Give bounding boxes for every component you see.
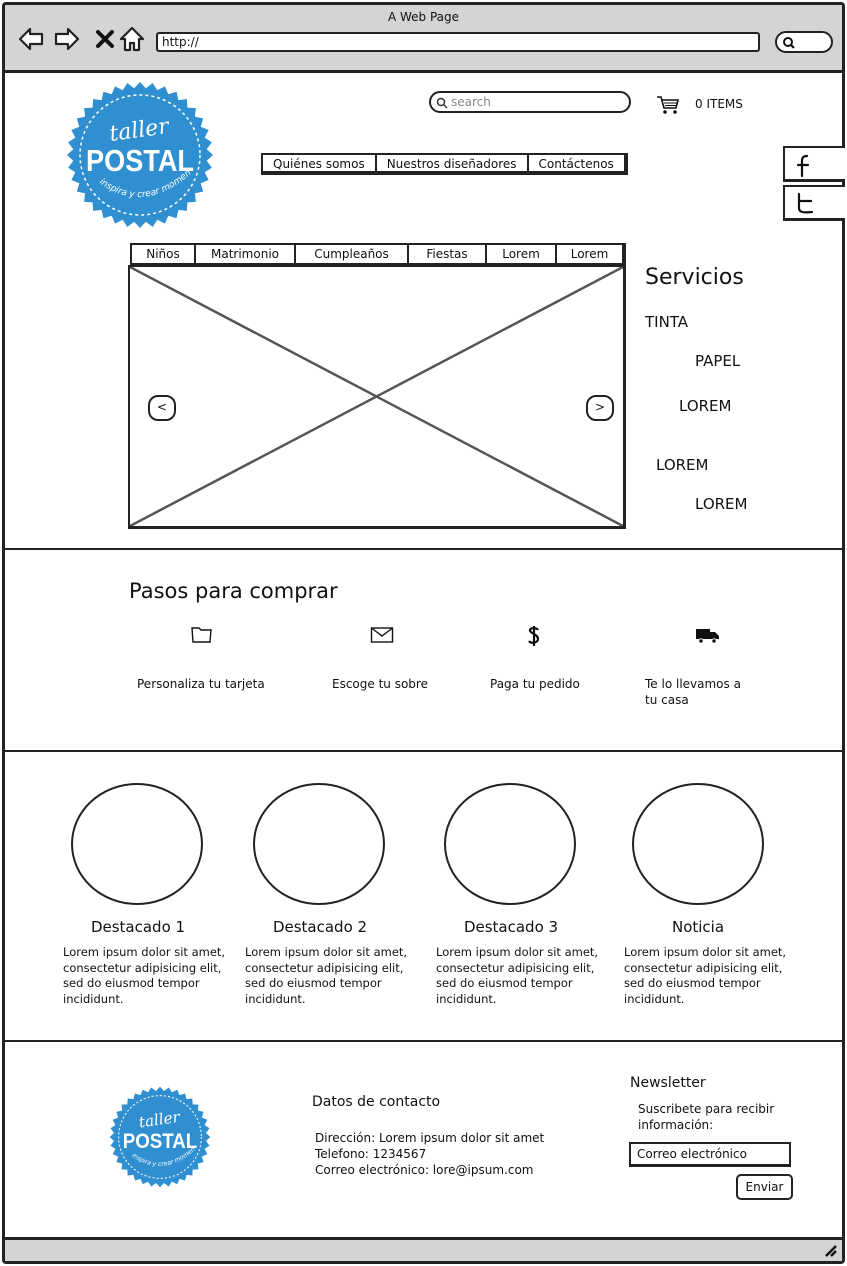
envelope-icon	[370, 627, 394, 643]
tab-lorem-1[interactable]: Lorem	[487, 245, 557, 263]
step-label: Te lo llevamos a tu casa	[645, 677, 741, 707]
footer-logo[interactable]: tallerPOSTALinspira y crear momentos	[109, 1086, 211, 1188]
tab-matrimonio[interactable]: Matrimonio	[196, 245, 296, 263]
home-icon[interactable]	[118, 25, 146, 53]
resize-grip-icon[interactable]	[822, 1243, 838, 1257]
category-tabs: Niños Matrimonio Cumpleaños Fiestas Lore…	[130, 243, 626, 265]
facebook-icon	[796, 154, 810, 178]
header-logo-word2: POSTAL	[86, 143, 194, 178]
newsletter-title: Newsletter	[630, 1075, 706, 1091]
back-icon[interactable]	[17, 25, 45, 53]
contact-address: Dirección: Lorem ipsum dolor sit amet	[315, 1131, 545, 1145]
tab-ninos[interactable]: Niños	[132, 245, 196, 263]
featured-title[interactable]: Destacado 2	[235, 918, 405, 936]
featured-image[interactable]	[253, 783, 385, 905]
url-input[interactable]: http://	[156, 32, 760, 52]
window-title: A Web Page	[387, 10, 460, 24]
footer-logo-word2: POSTAL	[123, 1129, 197, 1153]
search-icon	[436, 97, 448, 109]
servicio-link[interactable]: TINTA	[645, 313, 688, 331]
tab-cumpleanos[interactable]: Cumpleaños	[296, 245, 409, 263]
featured-title[interactable]: Noticia	[613, 918, 783, 936]
cart-count[interactable]: 0 ITEMS	[695, 97, 743, 111]
featured-title[interactable]: Destacado 1	[53, 918, 223, 936]
tab-fiestas[interactable]: Fiestas	[409, 245, 487, 263]
featured-image[interactable]	[632, 783, 764, 905]
nav-disenadores[interactable]: Nuestros diseñadores	[377, 155, 529, 171]
tab-lorem-2[interactable]: Lorem	[557, 245, 622, 263]
browser-toolbar: A Web Page http://	[5, 5, 842, 73]
servicio-link[interactable]: LOREM	[695, 495, 747, 513]
cart-icon[interactable]	[656, 95, 680, 115]
stop-icon[interactable]	[91, 25, 119, 53]
newsletter-send-button[interactable]: Enviar	[736, 1174, 793, 1200]
facebook-button[interactable]	[783, 146, 845, 182]
carousel-prev-button[interactable]: <	[148, 395, 176, 421]
step-label: Escoge tu sobre	[332, 677, 428, 691]
featured-text: Lorem ipsum dolor sit amet, consectetur …	[63, 945, 226, 1006]
servicio-link[interactable]: LOREM	[656, 456, 708, 474]
main-nav: Quiénes somos Nuestros diseñadores Contá…	[261, 153, 628, 175]
pasos-title: Pasos para comprar	[129, 579, 338, 603]
contact-title: Datos de contacto	[312, 1094, 441, 1110]
carousel-next-button[interactable]: >	[586, 395, 614, 421]
featured-text: Lorem ipsum dolor sit amet, consectetur …	[436, 945, 599, 1006]
browser-search-button[interactable]	[775, 31, 833, 53]
dollar-icon	[528, 626, 540, 646]
magnifier-icon	[783, 37, 795, 49]
contact-phone: Telefono: 1234567	[315, 1147, 427, 1161]
forward-icon[interactable]	[53, 25, 81, 53]
contact-email: Correo electrónico: lore@ipsum.com	[315, 1163, 534, 1177]
servicio-link[interactable]: LOREM	[679, 397, 731, 415]
section-divider	[5, 548, 842, 550]
section-divider	[5, 1040, 842, 1042]
servicios-title: Servicios	[645, 265, 744, 290]
twitter-icon	[797, 192, 814, 214]
search-placeholder: search	[451, 95, 491, 109]
taller-postal-logo[interactable]: tallerPOSTALinspira y crear momentos	[66, 81, 214, 229]
image-placeholder	[130, 267, 623, 526]
nav-quienes-somos[interactable]: Quiénes somos	[263, 155, 377, 171]
nav-contactenos[interactable]: Contáctenos	[529, 155, 624, 171]
featured-image[interactable]	[71, 783, 203, 905]
section-divider	[5, 750, 842, 752]
featured-image[interactable]	[444, 783, 576, 905]
step-label: Personaliza tu tarjeta	[137, 677, 265, 691]
newsletter-email-input[interactable]: Correo electrónico	[629, 1142, 791, 1167]
twitter-button[interactable]	[783, 185, 845, 221]
featured-text: Lorem ipsum dolor sit amet, consectetur …	[624, 945, 787, 1006]
newsletter-text: Suscribete para recibir información:	[638, 1102, 775, 1132]
featured-title[interactable]: Destacado 3	[426, 918, 596, 936]
status-bar	[5, 1237, 842, 1261]
step-label: Paga tu pedido	[490, 677, 580, 691]
servicio-link[interactable]: PAPEL	[695, 352, 740, 370]
image-carousel: < >	[128, 265, 626, 529]
truck-icon	[696, 629, 719, 644]
folder-icon	[191, 627, 212, 643]
browser-window: A Web Page http:// taller POSTAL inspira y…	[2, 2, 845, 1264]
site-search-input[interactable]: search	[429, 91, 631, 113]
featured-text: Lorem ipsum dolor sit amet, consectetur …	[245, 945, 408, 1006]
